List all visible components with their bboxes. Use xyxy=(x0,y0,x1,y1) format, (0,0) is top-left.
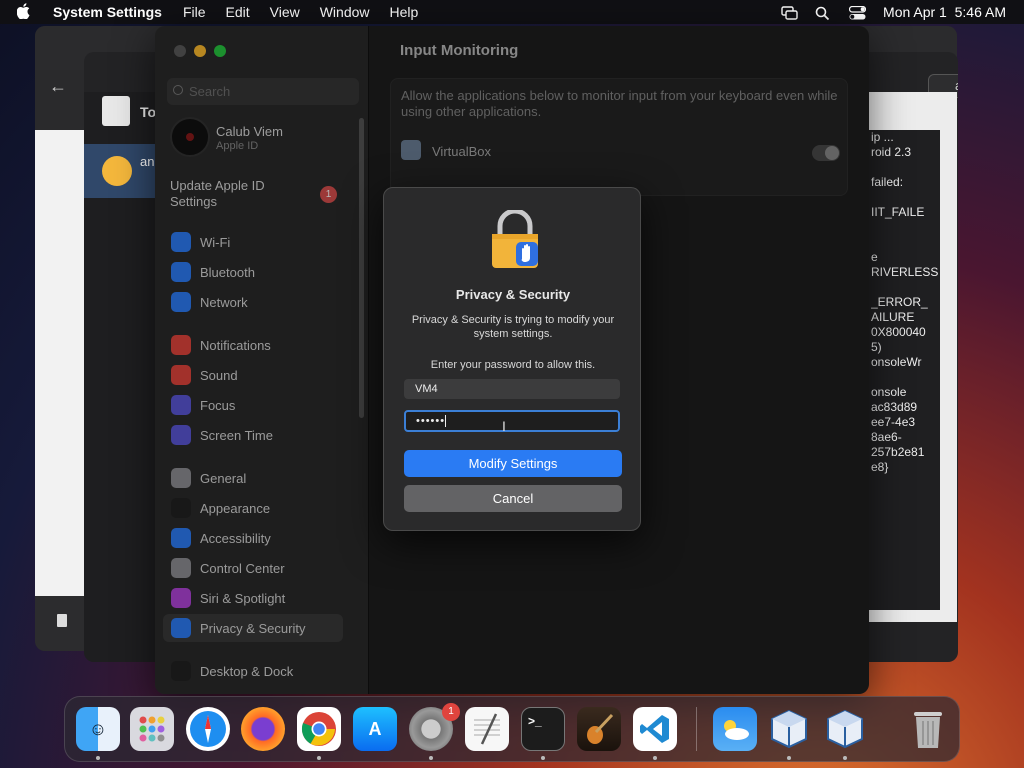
terminal-icon[interactable]: >_ xyxy=(521,707,565,751)
username-field[interactable]: VM4 xyxy=(404,379,620,399)
vm-os-icon xyxy=(102,156,132,186)
running-indicator xyxy=(787,756,791,760)
control-center-icon[interactable] xyxy=(848,5,867,19)
dialog-title: Privacy & Security xyxy=(455,287,571,302)
running-indicator xyxy=(96,756,100,760)
chrome-icon[interactable] xyxy=(297,707,341,751)
dialog-prompt: Enter your password to allow this. xyxy=(430,359,596,371)
textedit-icon[interactable] xyxy=(465,707,509,751)
running-indicator xyxy=(317,756,321,760)
menubar-clock[interactable]: Mon Apr 1 5:46 AM xyxy=(883,4,1006,20)
vm-label: an xyxy=(140,154,155,169)
log-line: 0X800040 xyxy=(871,325,926,339)
log-line: ip ... xyxy=(871,130,894,144)
spotlight-search-icon[interactable] xyxy=(815,6,831,20)
dock: ☺ A 1 >_ xyxy=(64,696,960,762)
safari-icon[interactable] xyxy=(186,707,230,751)
auth-dialog: Privacy & Security Privacy & Security is… xyxy=(383,187,641,531)
running-indicator xyxy=(429,756,433,760)
running-indicator xyxy=(541,756,545,760)
menu-view[interactable]: View xyxy=(270,4,300,20)
menu-window[interactable]: Window xyxy=(320,4,370,20)
modify-settings-button[interactable]: Modify Settings xyxy=(404,450,622,477)
app-store-icon[interactable]: A xyxy=(353,707,397,751)
password-field[interactable]: •••••• xyxy=(404,410,620,432)
back-arrow-icon[interactable]: ← xyxy=(49,76,67,97)
log-line: 8ae6- xyxy=(871,430,902,444)
dialog-message: Privacy & Security is trying to modify y… xyxy=(411,314,615,340)
password-value: •••••• xyxy=(416,415,446,427)
virtualbox-icon[interactable] xyxy=(767,707,811,751)
garageband-icon[interactable] xyxy=(577,707,621,751)
apple-menu-icon[interactable] xyxy=(16,2,37,22)
dock-separator xyxy=(696,707,697,751)
menu-bar: System Settings File Edit View Window He… xyxy=(0,0,1024,24)
text-caret xyxy=(445,415,447,428)
tools-icon[interactable] xyxy=(102,96,130,126)
vm-list-item[interactable]: an xyxy=(84,144,156,198)
log-line: _ERROR_ xyxy=(871,295,928,309)
log-line: onsole xyxy=(871,385,907,399)
log-line: ee7-4e3 xyxy=(871,415,916,429)
running-indicator xyxy=(653,756,657,760)
log-line: 257b2e81 xyxy=(871,445,925,459)
weather-icon[interactable] xyxy=(713,707,757,751)
i-beam-cursor-icon: I xyxy=(502,418,506,434)
log-line: RIVERLESS xyxy=(871,265,939,279)
log-line: AILURE xyxy=(871,310,915,324)
settings-badge: 1 xyxy=(442,703,460,721)
firefox-icon[interactable] xyxy=(241,707,285,751)
vm-log-panel: ip ... roid 2.3 failed: IIT_FAILE e RIVERL… xyxy=(868,130,940,610)
log-line: e xyxy=(871,250,878,264)
screen-mirroring-icon[interactable] xyxy=(781,5,798,20)
trash-icon[interactable] xyxy=(906,707,950,751)
log-line: roid 2.3 xyxy=(871,145,912,159)
menu-help[interactable]: Help xyxy=(390,4,419,20)
log-line: e8} xyxy=(871,460,889,474)
virtualbox-vm-icon[interactable] xyxy=(823,707,867,751)
log-line: 5) xyxy=(871,340,882,354)
launchpad-icon[interactable] xyxy=(130,707,174,751)
app-menu[interactable]: System Settings xyxy=(53,4,162,20)
menu-edit[interactable]: Edit xyxy=(226,4,250,20)
log-line: ac83d89 xyxy=(871,400,918,414)
log-line: failed: xyxy=(871,175,904,189)
menu-file[interactable]: File xyxy=(183,4,206,20)
running-indicator xyxy=(843,756,847,760)
cancel-button[interactable]: Cancel xyxy=(404,485,622,512)
lock-icon xyxy=(492,210,538,268)
sidebar-label: To xyxy=(140,104,157,120)
finder-icon[interactable]: ☺ xyxy=(76,707,120,751)
document-icon[interactable] xyxy=(57,614,67,627)
log-line: onsoleWr xyxy=(871,355,922,369)
log-line: IIT_FAILE xyxy=(871,205,925,219)
vscode-icon[interactable] xyxy=(633,707,677,751)
